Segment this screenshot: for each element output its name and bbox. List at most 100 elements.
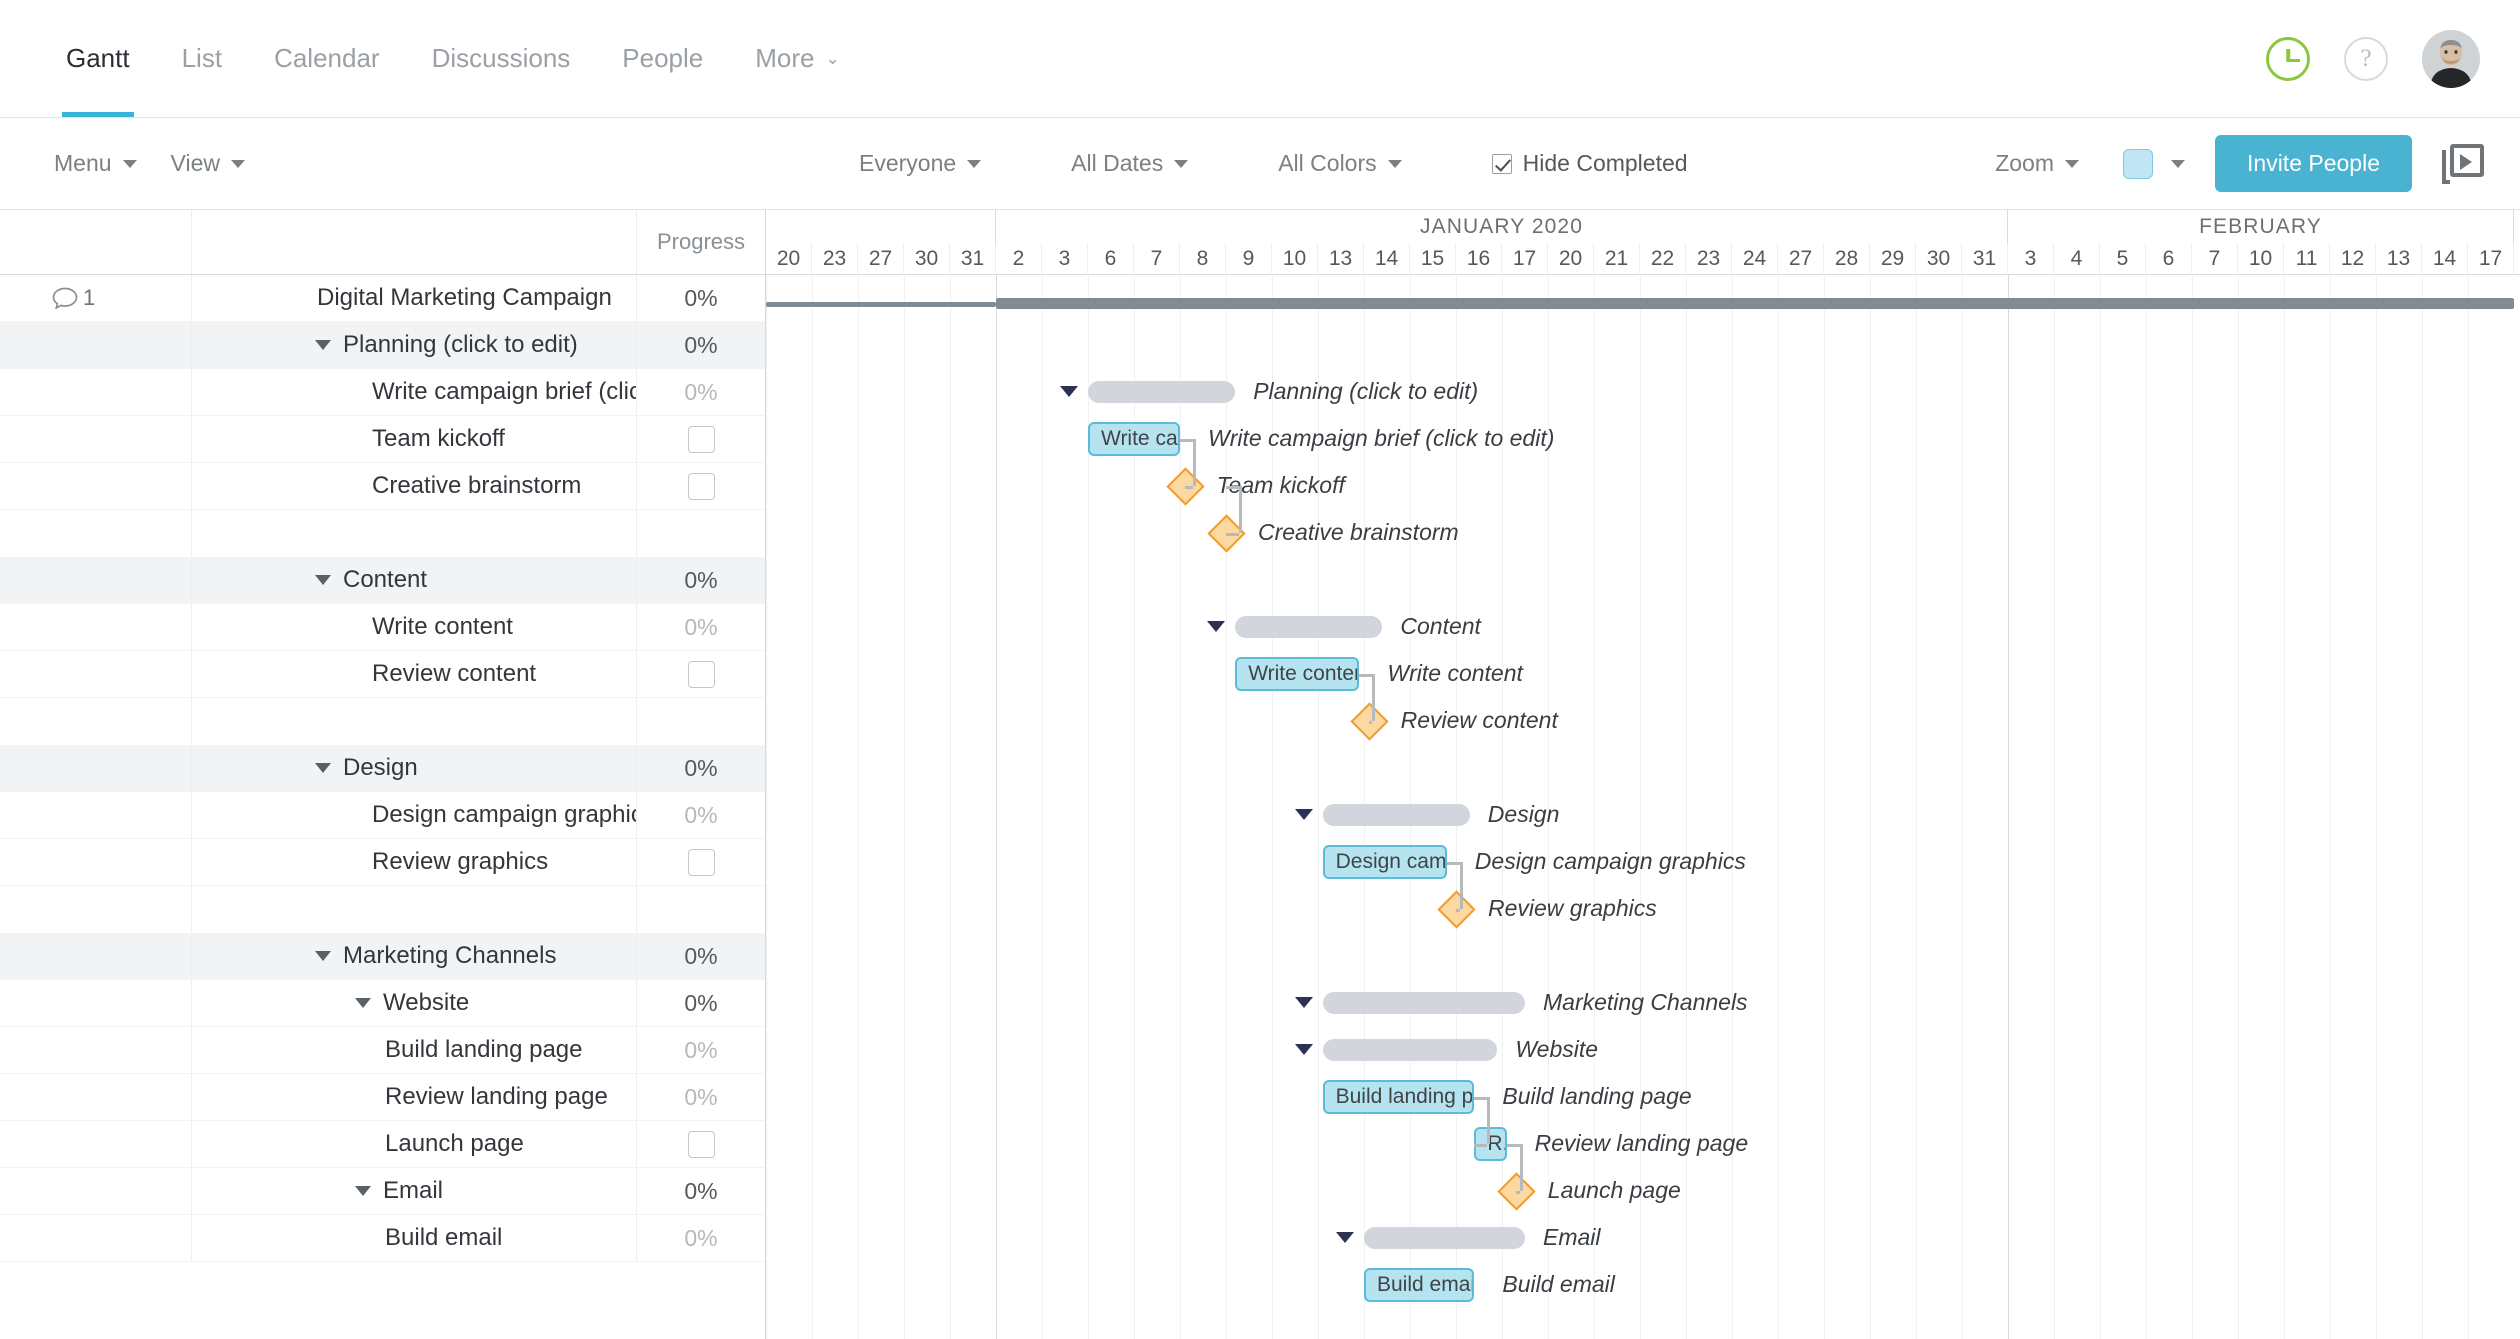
progress-cell[interactable] xyxy=(637,416,765,462)
progress-cell[interactable]: 0% xyxy=(637,745,765,791)
task-bar[interactable]: Build email xyxy=(1364,1268,1475,1302)
task-name-cell[interactable]: Website xyxy=(192,980,637,1026)
summary-bar[interactable] xyxy=(1322,1039,1498,1061)
timeline-collapse-triangle-icon[interactable] xyxy=(1336,1232,1354,1243)
hide-completed-checkbox[interactable] xyxy=(1491,153,1512,174)
table-row[interactable]: 1 Digital Marketing Campaign 0% xyxy=(0,275,765,322)
collapse-triangle-icon[interactable] xyxy=(355,998,371,1008)
progress-cell[interactable]: 0% xyxy=(637,557,765,603)
milestone-checkbox[interactable] xyxy=(687,848,715,876)
task-name-cell[interactable]: Team kickoff xyxy=(192,416,637,462)
tab-list[interactable]: List xyxy=(156,0,248,117)
table-row[interactable]: Review landing page 0% xyxy=(0,1074,765,1121)
task-name-cell[interactable]: Marketing Channels xyxy=(192,933,637,979)
table-row[interactable]: Email 0% xyxy=(0,1168,765,1215)
task-name-cell[interactable]: Build landing page xyxy=(192,1027,637,1073)
task-name-cell[interactable]: Email xyxy=(192,1168,637,1214)
view-dropdown[interactable]: View xyxy=(157,150,259,177)
collapse-triangle-icon[interactable] xyxy=(355,1186,371,1196)
task-name-cell[interactable]: Review landing page xyxy=(192,1074,637,1120)
task-name-cell[interactable]: Digital Marketing Campaign xyxy=(192,275,637,321)
hide-completed-toggle[interactable]: Hide Completed xyxy=(1478,150,1702,177)
summary-bar[interactable] xyxy=(1235,616,1383,638)
milestone-checkbox[interactable] xyxy=(687,660,715,688)
color-swatch-icon[interactable] xyxy=(2123,148,2154,179)
table-row[interactable]: Design 0% xyxy=(0,745,765,792)
table-row[interactable]: Build email 0% xyxy=(0,1215,765,1262)
task-name-cell[interactable]: Write content xyxy=(192,604,637,650)
invite-people-button[interactable]: Invite People xyxy=(2215,135,2412,192)
progress-cell[interactable] xyxy=(637,1121,765,1167)
task-name-cell[interactable]: Design xyxy=(192,745,637,791)
tab-discussions[interactable]: Discussions xyxy=(406,0,597,117)
milestone-checkbox[interactable] xyxy=(687,472,715,500)
tab-gantt[interactable]: Gantt xyxy=(40,0,156,117)
timeline-collapse-triangle-icon[interactable] xyxy=(1207,621,1226,632)
summary-bar[interactable] xyxy=(1088,381,1236,403)
summary-bar[interactable] xyxy=(1322,804,1470,826)
all-colors-filter[interactable]: All Colors xyxy=(1264,150,1415,177)
progress-cell[interactable]: 0% xyxy=(637,369,765,415)
table-row[interactable]: Planning (click to edit) 0% xyxy=(0,322,765,369)
task-name-cell[interactable]: Design campaign graphics xyxy=(192,792,637,838)
table-row[interactable]: Launch page xyxy=(0,1121,765,1168)
task-bar[interactable]: Build landing p... xyxy=(1322,1080,1475,1114)
task-name-cell[interactable]: Write campaign brief (click to edit) xyxy=(192,369,637,415)
tab-people[interactable]: People xyxy=(596,0,729,117)
task-name-cell[interactable]: Planning (click to edit) xyxy=(192,322,637,368)
table-row[interactable]: Content 0% xyxy=(0,557,765,604)
progress-cell[interactable] xyxy=(637,651,765,697)
progress-cell[interactable]: 0% xyxy=(637,933,765,979)
collapse-triangle-icon[interactable] xyxy=(315,575,331,585)
menu-dropdown[interactable]: Menu xyxy=(40,150,151,177)
table-row[interactable]: Build landing page 0% xyxy=(0,1027,765,1074)
task-name-cell[interactable]: Content xyxy=(192,557,637,603)
task-name-cell[interactable]: Creative brainstorm xyxy=(192,463,637,509)
comment-icon[interactable] xyxy=(52,287,78,309)
presentation-icon[interactable] xyxy=(2442,143,2484,184)
task-name-cell[interactable]: Build email xyxy=(192,1215,637,1261)
progress-cell[interactable]: 0% xyxy=(637,275,765,321)
progress-cell[interactable]: 0% xyxy=(637,792,765,838)
table-row[interactable]: Creative brainstorm xyxy=(0,463,765,510)
table-row[interactable]: Website 0% xyxy=(0,980,765,1027)
tab-calendar[interactable]: Calendar xyxy=(248,0,406,117)
timeline-collapse-triangle-icon[interactable] xyxy=(1060,386,1078,397)
collapse-triangle-icon[interactable] xyxy=(315,340,331,350)
project-bar-thin[interactable] xyxy=(766,302,996,307)
zoom-dropdown[interactable]: Zoom xyxy=(1981,150,2093,177)
progress-cell[interactable]: 0% xyxy=(637,1074,765,1120)
all-dates-filter[interactable]: All Dates xyxy=(1057,150,1202,177)
project-bar[interactable] xyxy=(996,298,2514,309)
progress-cell[interactable]: 0% xyxy=(637,1215,765,1261)
table-row[interactable]: Write campaign brief (click to edit) 0% xyxy=(0,369,765,416)
progress-cell[interactable]: 0% xyxy=(637,1027,765,1073)
clock-icon[interactable] xyxy=(2266,36,2310,81)
progress-cell[interactable]: 0% xyxy=(637,604,765,650)
task-name-cell[interactable]: Launch page xyxy=(192,1121,637,1167)
task-bar[interactable]: Write cam... xyxy=(1088,422,1180,456)
progress-cell[interactable] xyxy=(637,839,765,885)
timeline-collapse-triangle-icon[interactable] xyxy=(1294,809,1313,820)
table-row[interactable]: Team kickoff xyxy=(0,416,765,463)
timeline-collapse-triangle-icon[interactable] xyxy=(1294,997,1313,1008)
help-icon[interactable]: ? xyxy=(2344,36,2388,81)
collapse-triangle-icon[interactable] xyxy=(315,951,331,961)
task-name-cell[interactable]: Review graphics xyxy=(192,839,637,885)
table-row[interactable]: Write content 0% xyxy=(0,604,765,651)
collapse-triangle-icon[interactable] xyxy=(315,763,331,773)
progress-cell[interactable]: 0% xyxy=(637,1168,765,1214)
avatar[interactable] xyxy=(2422,29,2480,88)
milestone-checkbox[interactable] xyxy=(687,425,715,453)
progress-cell[interactable] xyxy=(637,463,765,509)
task-bar[interactable]: Write content xyxy=(1235,657,1360,691)
progress-cell[interactable]: 0% xyxy=(637,980,765,1026)
milestone-checkbox[interactable] xyxy=(687,1130,715,1158)
table-row[interactable]: Design campaign graphics 0% xyxy=(0,792,765,839)
summary-bar[interactable] xyxy=(1322,992,1525,1014)
task-bar[interactable]: Design campai... xyxy=(1322,845,1447,879)
task-name-cell[interactable]: Review content xyxy=(192,651,637,697)
summary-bar[interactable] xyxy=(1364,1227,1525,1249)
timeline-collapse-triangle-icon[interactable] xyxy=(1294,1044,1313,1055)
everyone-filter[interactable]: Everyone xyxy=(845,150,995,177)
